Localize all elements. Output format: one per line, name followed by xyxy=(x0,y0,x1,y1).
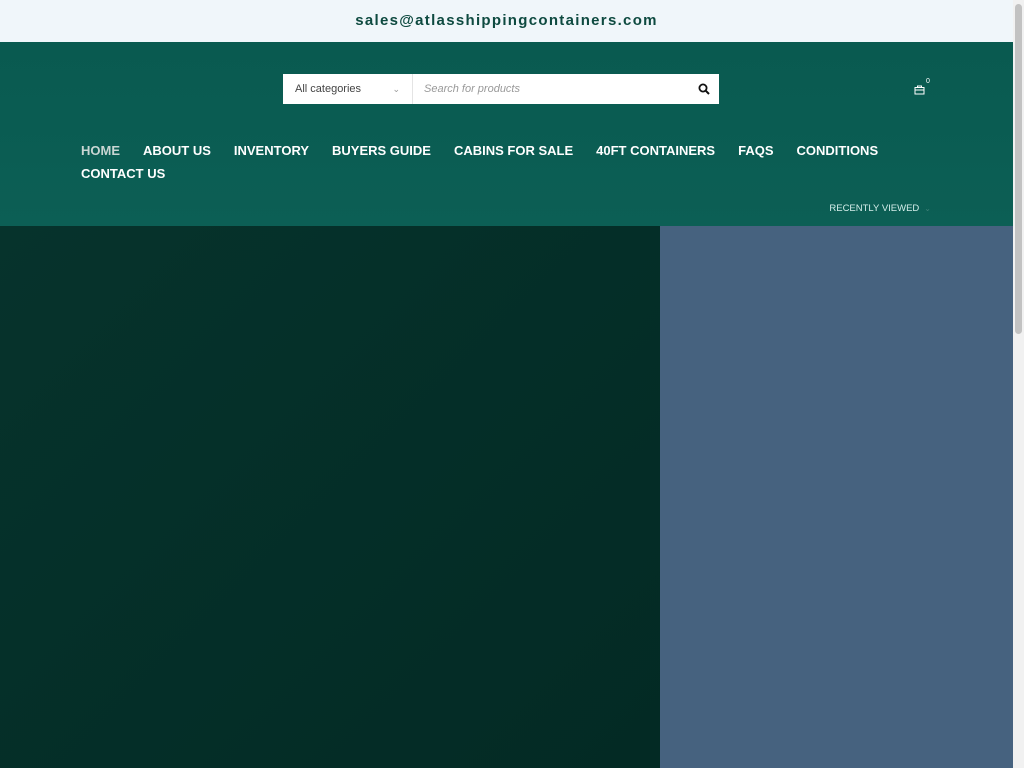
hero-left-panel xyxy=(0,226,660,768)
header: All categories ⌄ 0 HOME ABOUT US INVENTOR… xyxy=(0,42,1013,226)
chevron-down-icon: ⌄ xyxy=(392,83,400,94)
hero-right-panel xyxy=(660,226,1013,768)
nav-cabins-for-sale[interactable]: CABINS FOR SALE xyxy=(454,143,573,159)
nav-home[interactable]: HOME xyxy=(81,143,120,159)
recently-viewed-label: RECENTLY VIEWED xyxy=(829,203,920,214)
scrollbar-thumb[interactable] xyxy=(1015,4,1022,334)
chevron-down-icon: ⌄ xyxy=(924,204,931,213)
nav-about-us[interactable]: ABOUT US xyxy=(143,143,211,159)
search-icon xyxy=(698,83,710,95)
nav-40ft-containers[interactable]: 40FT CONTAINERS xyxy=(596,143,715,159)
cart-count: 0 xyxy=(926,78,930,85)
category-select[interactable]: All categories ⌄ xyxy=(283,74,413,104)
search-button[interactable] xyxy=(689,74,719,104)
main-nav: HOME ABOUT US INVENTORY BUYERS GUIDE CAB… xyxy=(81,143,881,182)
cart-icon xyxy=(914,85,925,95)
search-input[interactable] xyxy=(413,83,689,95)
nav-buyers-guide[interactable]: BUYERS GUIDE xyxy=(332,143,431,159)
category-label: All categories xyxy=(295,83,362,95)
nav-inventory[interactable]: INVENTORY xyxy=(234,143,309,159)
recently-viewed-toggle[interactable]: RECENTLY VIEWED ⌄ xyxy=(829,203,931,214)
scrollbar[interactable] xyxy=(1013,0,1024,768)
email-link[interactable]: sales@atlasshippingcontainers.com xyxy=(355,12,658,29)
cart-button[interactable]: 0 xyxy=(914,78,930,100)
top-bar: sales@atlasshippingcontainers.com xyxy=(0,0,1013,42)
nav-contact-us[interactable]: CONTACT US xyxy=(81,166,165,182)
nav-conditions[interactable]: CONDITIONS xyxy=(797,143,879,159)
nav-faqs[interactable]: FAQS xyxy=(738,143,773,159)
product-search: All categories ⌄ xyxy=(283,74,719,104)
